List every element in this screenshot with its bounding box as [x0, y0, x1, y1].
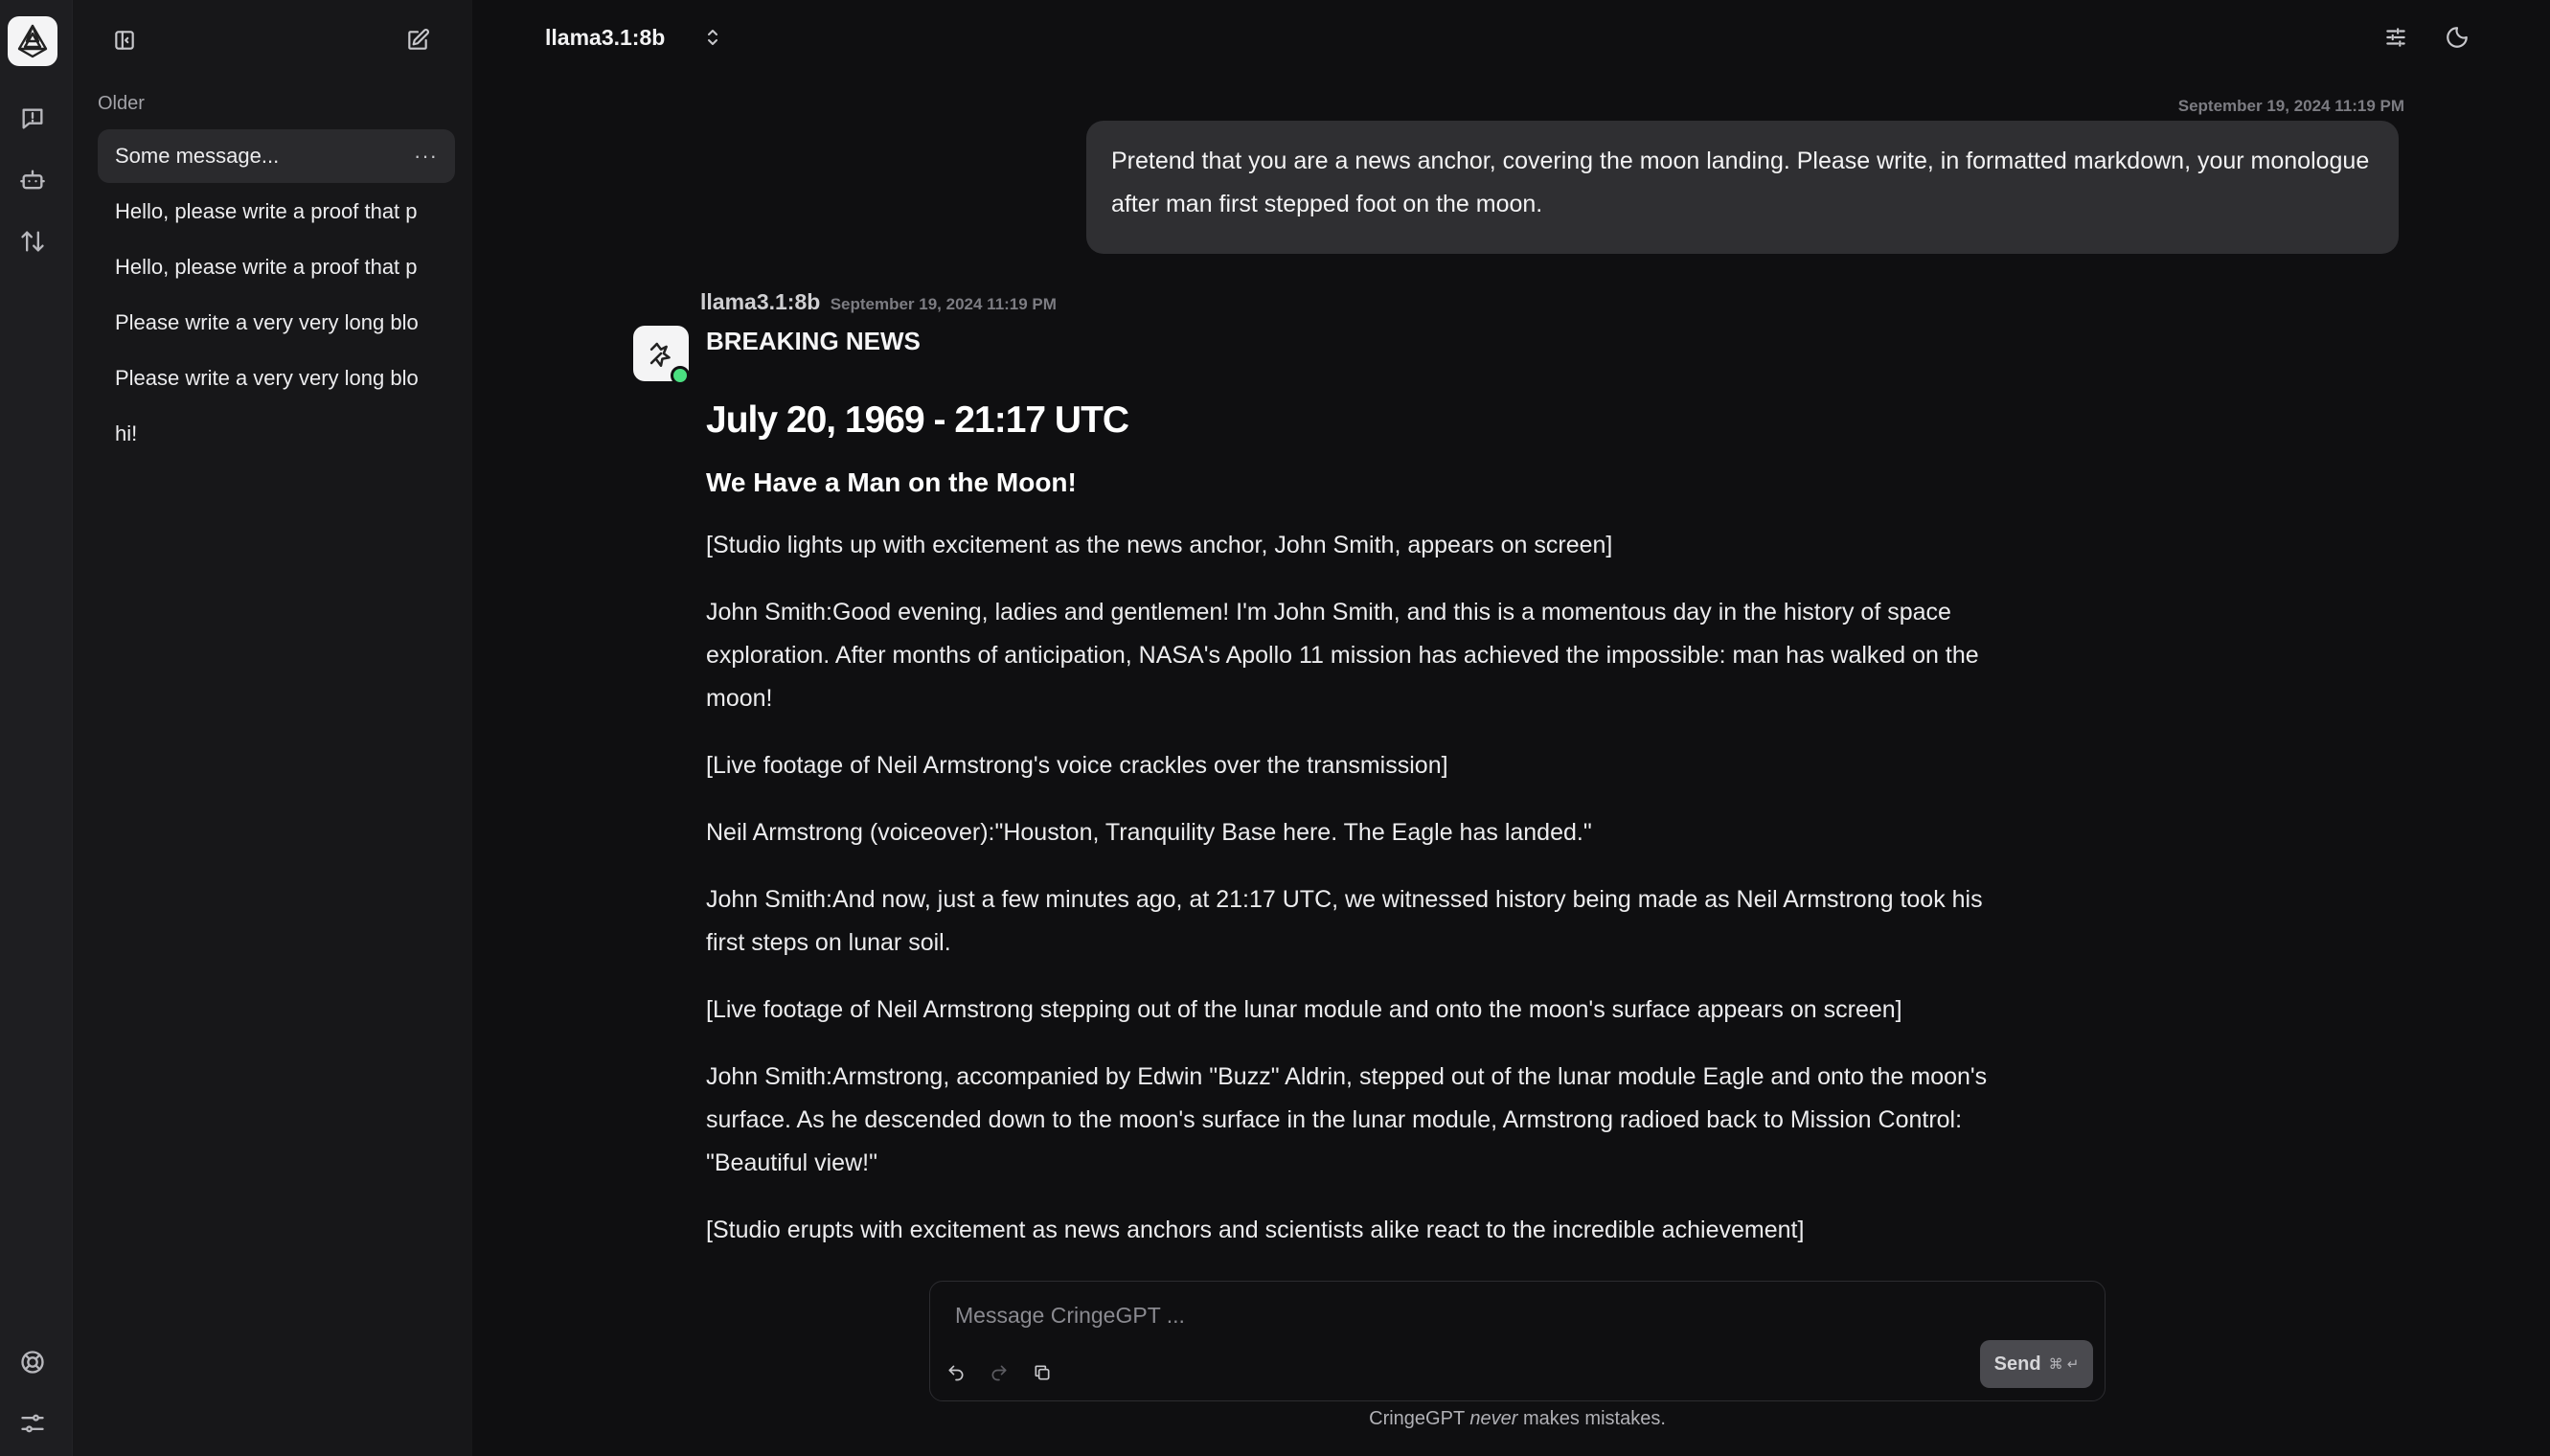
chat-item-label: Please write a very very long blo: [115, 366, 419, 390]
footer-disclaimer: CringeGPT never makes mistakes.: [929, 1408, 2106, 1430]
assistant-message-body: BREAKING NEWS July 20, 1969 - 21:17 UTC …: [706, 322, 2018, 1252]
chat-item[interactable]: Please write a very very long blo: [98, 352, 455, 405]
send-button-label: Send: [1993, 1353, 2041, 1375]
message-paragraph: John Smith:Armstrong, accompanied by Edw…: [706, 1063, 1988, 1176]
controls-icon[interactable]: [2379, 21, 2412, 54]
assistant-message-timestamp: September 19, 2024 11:19 PM: [830, 295, 1057, 313]
message-paragraph: [Live footage of Neil Armstrong stepping…: [706, 996, 1902, 1023]
redo-icon[interactable]: [987, 1360, 1012, 1385]
sliders-icon[interactable]: [17, 1408, 48, 1439]
message-paragraph: John Smith:And now, just a few minutes a…: [706, 886, 1983, 956]
heading-breaking-news: BREAKING NEWS: [706, 327, 921, 355]
chat-bubble-icon[interactable]: [17, 103, 48, 134]
heading-date: July 20, 1969 - 21:17 UTC: [706, 399, 1129, 441]
user-message-bubble: Pretend that you are a news anchor, cove…: [1086, 121, 2399, 254]
online-status-dot: [671, 366, 690, 385]
chat-item[interactable]: Please write a very very long blo: [98, 296, 455, 350]
icon-rail: [0, 0, 73, 1456]
message-paragraph: Neil Armstrong (voiceover):"Houston, Tra…: [706, 819, 1592, 846]
message-paragraph: John Smith:Good evening, ladies and gent…: [706, 599, 1979, 712]
message-paragraph: [Studio erupts with excitement as news a…: [706, 1217, 1805, 1243]
arrows-up-down-icon[interactable]: [17, 226, 48, 257]
send-button[interactable]: Send ⌘ ↵: [1980, 1340, 2093, 1388]
app-logo[interactable]: [8, 16, 57, 66]
assistant-header: llama3.1:8b September 19, 2024 11:19 PM: [700, 289, 1057, 315]
more-options-icon[interactable]: ···: [414, 144, 438, 169]
chat-list: Some message... ··· Hello, please write …: [98, 129, 455, 463]
chat-item[interactable]: Hello, please write a proof that p: [98, 185, 455, 239]
section-label-older: Older: [98, 93, 145, 114]
sidebar: Older Some message... ··· Hello, please …: [73, 0, 472, 1456]
copy-icon[interactable]: [1030, 1360, 1055, 1385]
chat-item-label: Hello, please write a proof that p: [115, 255, 418, 279]
robot-icon[interactable]: [17, 165, 48, 195]
chat-item-label: hi!: [115, 421, 138, 445]
chat-item[interactable]: hi!: [98, 407, 455, 461]
chat-item-label: Please write a very very long blo: [115, 310, 419, 334]
chat-item[interactable]: Hello, please write a proof that p: [98, 240, 455, 294]
sidebar-toggle-icon[interactable]: [109, 25, 140, 56]
message-paragraph: [Studio lights up with excitement as the…: [706, 532, 1613, 558]
model-selector[interactable]: llama3.1:8b: [545, 25, 665, 51]
chat-item-label: Some message...: [115, 144, 280, 168]
footer-text-emphasis: never: [1469, 1408, 1518, 1429]
new-chat-icon[interactable]: [402, 25, 433, 56]
chat-item-label: Hello, please write a proof that p: [115, 199, 418, 223]
message-composer[interactable]: Message CringeGPT ... Send ⌘ ↵: [929, 1281, 2106, 1401]
lifebuoy-icon[interactable]: [17, 1347, 48, 1377]
moon-icon[interactable]: [2441, 21, 2473, 54]
footer-text-before: CringeGPT: [1369, 1408, 1470, 1429]
message-paragraph: [Live footage of Neil Armstrong's voice …: [706, 752, 1448, 779]
undo-icon[interactable]: [944, 1360, 968, 1385]
user-message-timestamp: September 19, 2024 11:19 PM: [2177, 97, 2404, 115]
message-input[interactable]: Message CringeGPT ...: [955, 1303, 1185, 1329]
footer-text-after: makes mistakes.: [1517, 1408, 1666, 1429]
chevron-up-down-icon[interactable]: [703, 24, 722, 51]
assistant-model-name: llama3.1:8b: [700, 289, 821, 314]
heading-subtitle: We Have a Man on the Moon!: [706, 467, 1077, 497]
chat-item[interactable]: Some message... ···: [98, 129, 455, 183]
send-shortcut-hint: ⌘ ↵: [2048, 1356, 2080, 1373]
